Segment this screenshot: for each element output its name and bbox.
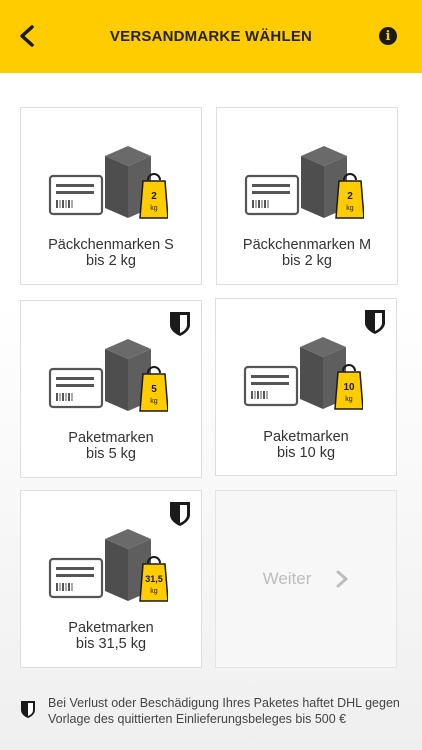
tile-product-name: Päckchenmarken M — [242, 237, 372, 253]
tile-product-name: Paketmarken — [263, 429, 349, 445]
parcel-illustration: 2 kg — [244, 146, 364, 219]
shipping-label-tile[interactable]: 31,5 kg Paketmarken bis 31,5 kg — [20, 490, 202, 668]
info-glyph: i — [385, 28, 391, 44]
weight-tag-value: 10 — [343, 382, 355, 393]
shipping-label-tile[interactable]: 2 kg Päckchenmarken S bis 2 kg — [20, 107, 202, 285]
parcel-illustration: 5 kg — [48, 339, 168, 412]
weight-tag-unit: kg — [150, 205, 158, 212]
tile-product-name: Päckchenmarken S — [48, 237, 174, 253]
info-icon[interactable]: i — [379, 27, 397, 45]
weight-tag-unit: kg — [345, 396, 353, 403]
app-header: VERSANDMARKE WÄHLEN i — [0, 0, 422, 73]
shipping-label-tile[interactable]: 5 kg Paketmarken bis 5 kg — [20, 300, 202, 478]
weiter-button[interactable]: Weiter — [215, 490, 397, 668]
weight-tag-value: 5 — [151, 384, 157, 395]
weight-tag-unit: kg — [150, 398, 158, 405]
tile-label: Päckchenmarken M bis 2 kg — [217, 237, 397, 269]
shield-icon — [170, 502, 190, 526]
parcel-illustration: 2 kg — [48, 146, 168, 219]
weight-tag-value: 31,5 — [145, 574, 163, 584]
tile-product-name: Paketmarken — [68, 620, 154, 636]
page-title: VERSANDMARKE WÄHLEN — [109, 28, 313, 45]
shipping-label-tile[interactable]: 10 kg Paketmarken bis 10 kg — [215, 298, 397, 476]
weight-tag-value: 2 — [347, 191, 353, 202]
tile-label: Paketmarken bis 31,5 kg — [21, 620, 201, 652]
tile-weight-limit: bis 5 kg — [86, 446, 136, 462]
parcel-illustration: 10 kg — [243, 337, 363, 410]
tile-label: Päckchenmarken S bis 2 kg — [21, 237, 201, 269]
weiter-label: Weiter — [262, 569, 312, 588]
shipping-label-tile[interactable]: 2 kg Päckchenmarken M bis 2 kg — [216, 107, 398, 285]
shield-icon — [21, 701, 35, 718]
tile-weight-limit: bis 31,5 kg — [75, 636, 147, 652]
chevron-left-icon[interactable] — [18, 25, 38, 47]
shield-icon — [365, 310, 385, 334]
parcel-illustration: 31,5 kg — [48, 529, 168, 602]
liability-note: Bei Verlust oder Beschädigung Ihres Pake… — [20, 695, 410, 727]
weight-tag-unit: kg — [150, 588, 158, 595]
tile-product-name: Paketmarken — [68, 430, 154, 446]
tile-weight-limit: bis 2 kg — [282, 253, 332, 269]
shield-icon — [170, 312, 190, 336]
weight-tag-value: 2 — [151, 191, 157, 202]
tile-label: Paketmarken bis 10 kg — [216, 429, 396, 461]
liability-text: Bei Verlust oder Beschädigung Ihres Pake… — [48, 696, 400, 726]
tile-weight-limit: bis 2 kg — [86, 253, 136, 269]
weight-tag-unit: kg — [346, 205, 354, 212]
chevron-right-icon — [336, 570, 348, 588]
tile-label: Paketmarken bis 5 kg — [21, 430, 201, 462]
tile-weight-limit: bis 10 kg — [276, 445, 336, 461]
